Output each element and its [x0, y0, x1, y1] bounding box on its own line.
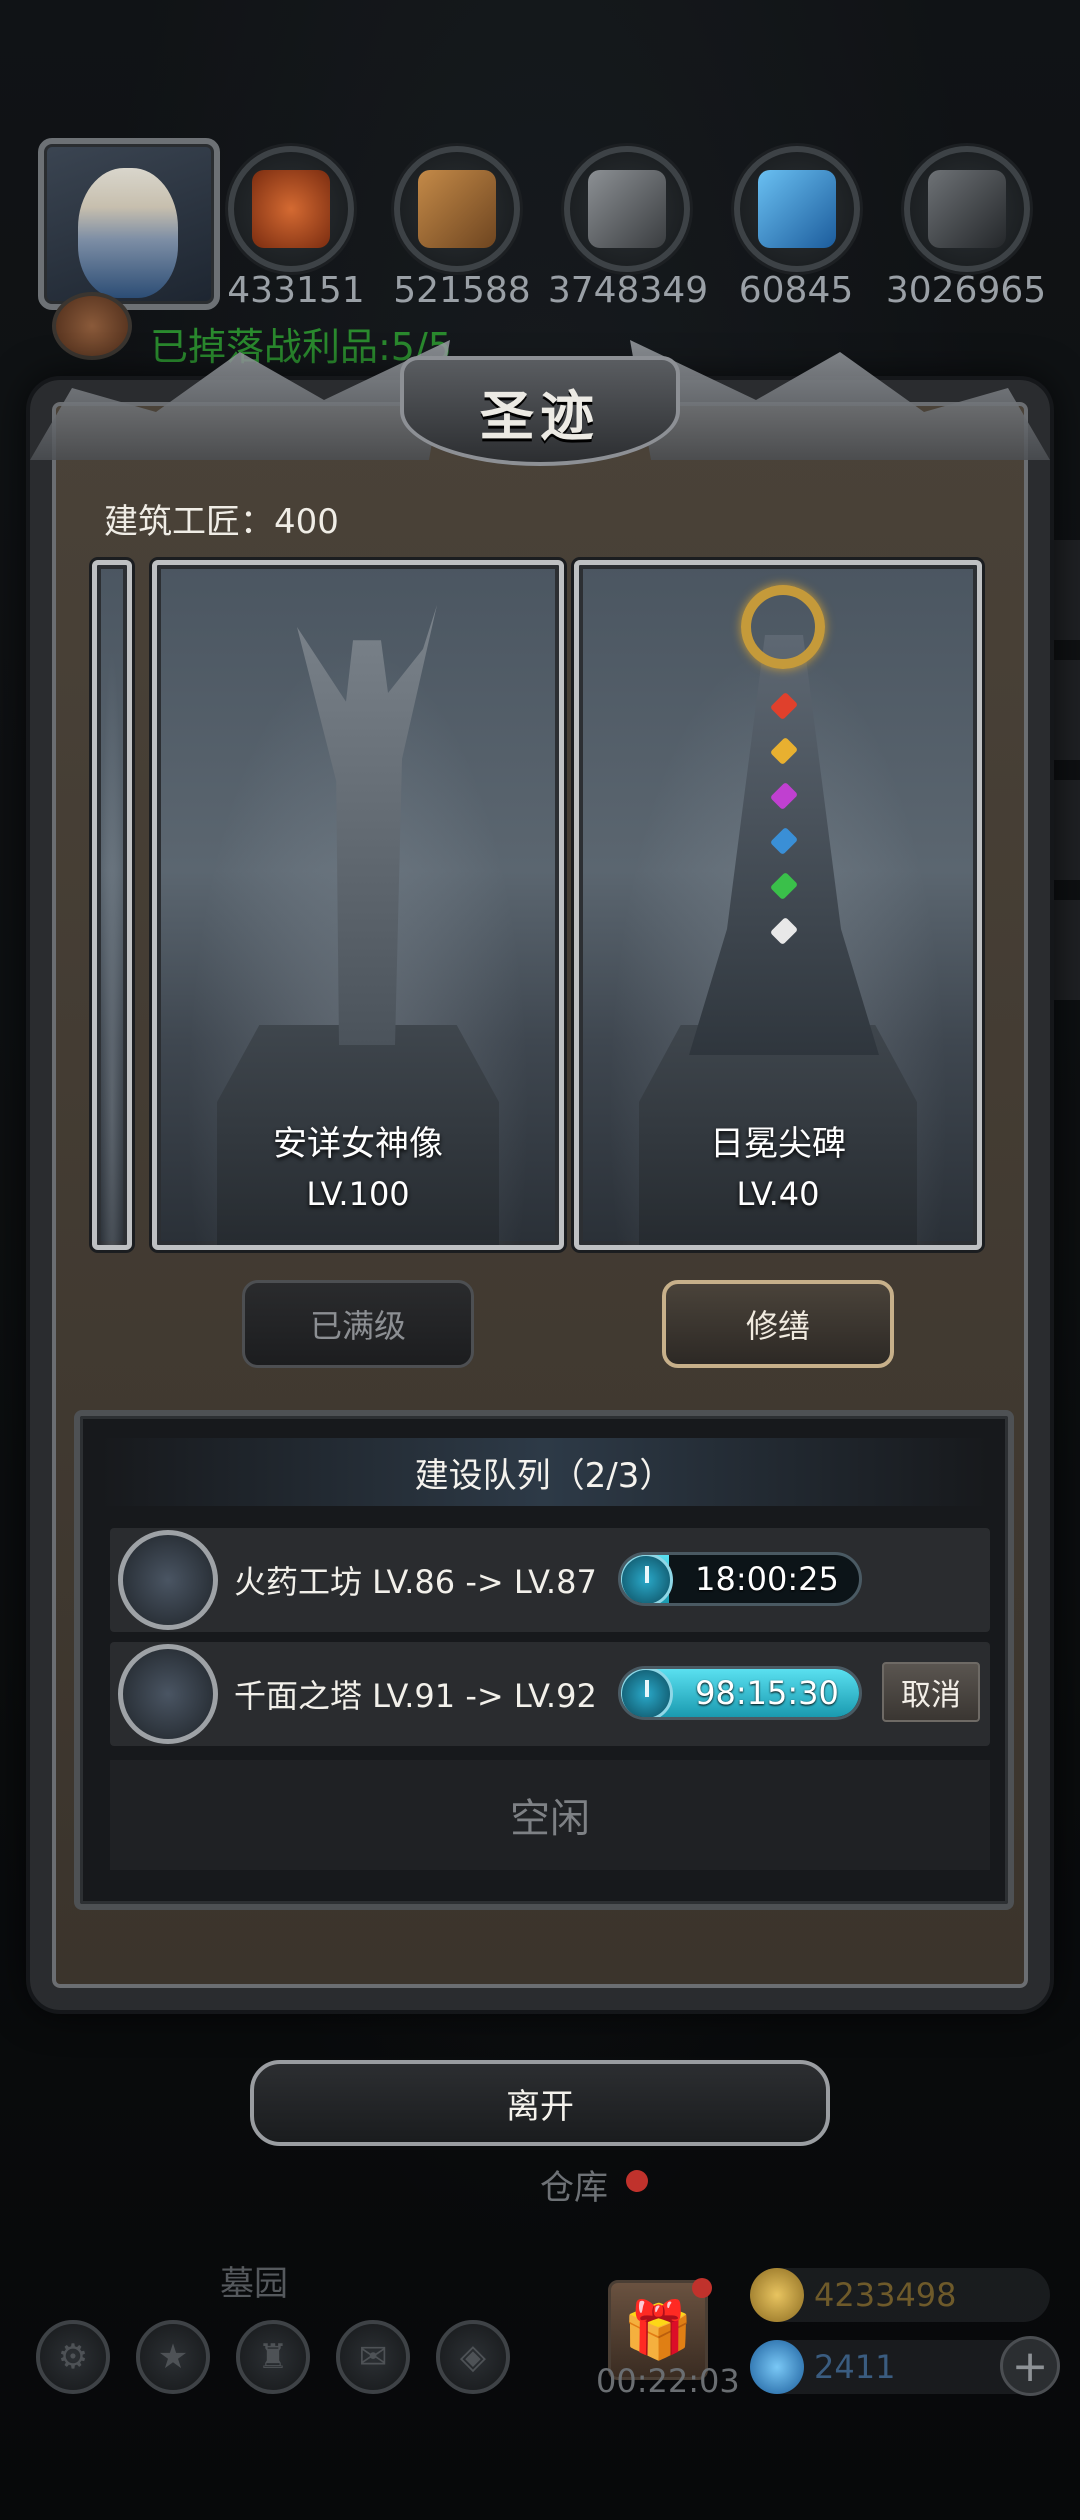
- map-icon[interactable]: ◈: [436, 2320, 510, 2394]
- gift-timer: 00:22:03: [596, 2362, 740, 2400]
- max-level-button: 已满级: [242, 1280, 474, 1368]
- meat-count: 433151: [227, 270, 365, 311]
- queue-item[interactable]: 千面之塔 LV.91 -> LV.92 98:15:30 取消: [110, 1642, 990, 1746]
- construction-queue: 建设队列（2/3） 火药工坊 LV.86 -> LV.87 18:00:25 千…: [74, 1410, 1014, 1910]
- leave-button[interactable]: 离开: [250, 2060, 830, 2146]
- scroll-icon[interactable]: [52, 292, 132, 360]
- iron-icon[interactable]: [564, 146, 690, 272]
- queue-title: 建设队列（2/3）: [100, 1438, 988, 1506]
- monument-name: 安详女神像: [273, 1124, 443, 1164]
- mail-icon[interactable]: ✉: [336, 2320, 410, 2394]
- crystal-icon[interactable]: [734, 146, 860, 272]
- meat-icon[interactable]: [228, 146, 354, 272]
- monument-card-angel-statue[interactable]: 安详女神像 LV.100: [152, 560, 564, 1250]
- queue-item-label: 千面之塔 LV.91 -> LV.92: [234, 1677, 597, 1715]
- monument-level: LV.100: [306, 1175, 410, 1213]
- queue-progress-bar: 18:00:25: [618, 1552, 862, 1606]
- notification-dot: [626, 2170, 648, 2192]
- hero-portrait: [78, 168, 178, 298]
- queue-timer: 18:00:25: [695, 1560, 839, 1598]
- monument-level: LV.40: [736, 1175, 820, 1213]
- clock-icon: [621, 1555, 673, 1603]
- monument-name: 日冕尖碑: [710, 1124, 846, 1164]
- clock-icon: [621, 1669, 673, 1717]
- queue-item-label: 火药工坊 LV.86 -> LV.87: [234, 1563, 597, 1601]
- monument-card-partial[interactable]: [92, 560, 132, 1250]
- steel-icon[interactable]: [904, 146, 1030, 272]
- cemetery-label[interactable]: 墓园: [220, 2256, 288, 2305]
- star-icon[interactable]: ★: [136, 2320, 210, 2394]
- repair-button[interactable]: 修缮: [662, 1280, 894, 1368]
- settings-icon[interactable]: ⚙: [36, 2320, 110, 2394]
- tower-icon: [118, 1644, 218, 1744]
- wood-count: 521588: [393, 270, 531, 311]
- player-avatar[interactable]: [38, 138, 220, 310]
- queue-timer: 98:15:30: [695, 1674, 839, 1712]
- wood-icon[interactable]: [394, 146, 520, 272]
- dialog-title-plate: 圣迹: [400, 356, 680, 466]
- iron-count: 3748349: [547, 270, 709, 311]
- gem-icon: [750, 2340, 804, 2394]
- sun-ring-icon: [741, 585, 825, 669]
- gold-amount: 4233498: [814, 2276, 957, 2314]
- builder-count: 建筑工匠：400: [104, 502, 339, 542]
- steel-count: 3026965: [885, 270, 1047, 311]
- queue-item[interactable]: 火药工坊 LV.86 -> LV.87 18:00:25: [110, 1528, 990, 1632]
- notification-dot: [692, 2278, 712, 2298]
- queue-progress-bar: 98:15:30: [618, 1666, 862, 1720]
- gold-display[interactable]: 4233498: [750, 2268, 1050, 2322]
- gunpowder-workshop-icon: [118, 1530, 218, 1630]
- queue-idle-slot[interactable]: 空闲: [110, 1760, 990, 1870]
- cancel-button[interactable]: 取消: [882, 1662, 980, 1722]
- monument-card-obelisk[interactable]: 日冕尖碑 LV.40: [574, 560, 982, 1250]
- crystal-count: 60845: [738, 270, 854, 311]
- gold-coin-icon: [750, 2268, 804, 2322]
- warehouse-label[interactable]: 仓库: [540, 2160, 608, 2209]
- gem-amount: 2411: [814, 2348, 896, 2386]
- add-currency-button[interactable]: +: [1000, 2336, 1060, 2396]
- dialog-title: 圣迹: [480, 383, 600, 448]
- guild-icon[interactable]: ♜: [236, 2320, 310, 2394]
